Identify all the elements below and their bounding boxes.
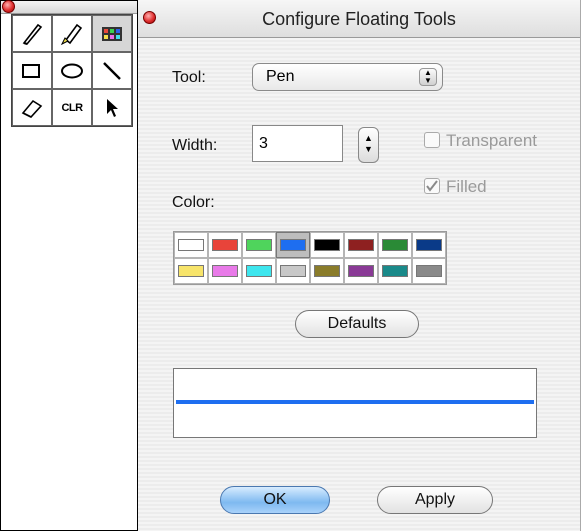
color-chip — [382, 239, 408, 251]
tool-grid: CLR — [11, 14, 133, 127]
transparent-checkbox[interactable]: Transparent — [424, 131, 537, 151]
color-chip — [178, 265, 204, 277]
floating-tools-palette: CLR — [0, 0, 138, 531]
clear-tool[interactable]: CLR — [52, 89, 92, 126]
color-grid-icon — [102, 26, 122, 41]
defaults-button[interactable]: Defaults — [295, 310, 419, 338]
arrow-tool[interactable] — [92, 89, 132, 126]
tool-popup[interactable]: Pen ▲ ▼ — [252, 63, 443, 91]
width-label: Width: — [172, 137, 218, 154]
palette-close-button[interactable] — [2, 0, 15, 13]
rectangle-tool[interactable] — [12, 52, 52, 89]
filled-checkbox-box — [424, 178, 440, 194]
color-swatch[interactable] — [310, 232, 344, 258]
color-swatch[interactable] — [242, 258, 276, 284]
color-swatch[interactable] — [208, 232, 242, 258]
width-field[interactable]: 3 — [252, 125, 343, 162]
color-chip — [280, 265, 306, 277]
color-swatch[interactable] — [310, 258, 344, 284]
ellipse-icon — [61, 63, 83, 78]
color-tool[interactable] — [92, 15, 132, 52]
popup-arrows-icon: ▲ ▼ — [419, 68, 437, 86]
color-chip — [246, 265, 272, 277]
eraser-tool[interactable] — [12, 89, 52, 126]
dialog-title-bar: Configure Floating Tools — [138, 0, 580, 38]
color-swatch[interactable] — [412, 232, 446, 258]
color-chip — [314, 239, 340, 251]
line-icon — [103, 61, 121, 80]
color-label: Color: — [172, 194, 215, 211]
color-chip — [246, 239, 272, 251]
ok-button[interactable]: OK — [220, 486, 330, 514]
color-swatch[interactable] — [412, 258, 446, 284]
color-swatch-grid — [173, 231, 447, 285]
stroke-preview — [173, 368, 537, 438]
transparent-checkbox-box — [424, 132, 440, 148]
color-chip — [314, 265, 340, 277]
eraser-icon — [21, 99, 43, 118]
color-swatch[interactable] — [344, 232, 378, 258]
checkmark-icon — [426, 180, 438, 192]
color-swatch[interactable] — [208, 258, 242, 284]
palette-title-bar — [1, 0, 137, 14]
rectangle-icon — [22, 63, 40, 78]
color-swatch[interactable] — [174, 232, 208, 258]
color-swatch[interactable] — [174, 258, 208, 284]
transparent-label: Transparent — [446, 131, 538, 150]
color-chip — [212, 239, 238, 251]
highlighter-tool[interactable] — [52, 15, 92, 52]
color-chip — [348, 265, 374, 277]
color-swatch[interactable] — [344, 258, 378, 284]
configure-dialog: Configure Floating Tools Tool: Pen ▲ ▼ Wi… — [138, 0, 581, 531]
tool-label: Tool: — [172, 69, 206, 86]
color-chip — [416, 265, 442, 277]
clr-icon: CLR — [61, 101, 83, 114]
pen-tool[interactable] — [12, 15, 52, 52]
dialog-title: Configure Floating Tools — [262, 9, 456, 29]
color-chip — [280, 239, 306, 251]
color-chip — [212, 265, 238, 277]
color-swatch[interactable] — [242, 232, 276, 258]
color-swatch[interactable] — [378, 232, 412, 258]
preview-line — [176, 400, 534, 404]
color-chip — [348, 239, 374, 251]
width-value: 3 — [259, 135, 268, 152]
line-tool[interactable] — [92, 52, 132, 89]
color-chip — [178, 239, 204, 251]
color-chip — [382, 265, 408, 277]
arrow-pointer-icon — [107, 98, 118, 117]
width-stepper[interactable]: ▲ ▼ — [358, 127, 379, 163]
color-swatch[interactable] — [276, 232, 310, 258]
filled-label: Filled — [446, 177, 487, 196]
color-chip — [416, 239, 442, 251]
tool-popup-value: Pen — [266, 68, 295, 85]
filled-checkbox[interactable]: Filled — [424, 177, 487, 197]
color-swatch[interactable] — [276, 258, 310, 284]
ellipse-tool[interactable] — [52, 52, 92, 89]
highlighter-icon — [60, 23, 83, 45]
color-swatch[interactable] — [378, 258, 412, 284]
pen-icon — [22, 23, 43, 45]
apply-button[interactable]: Apply — [377, 486, 493, 514]
